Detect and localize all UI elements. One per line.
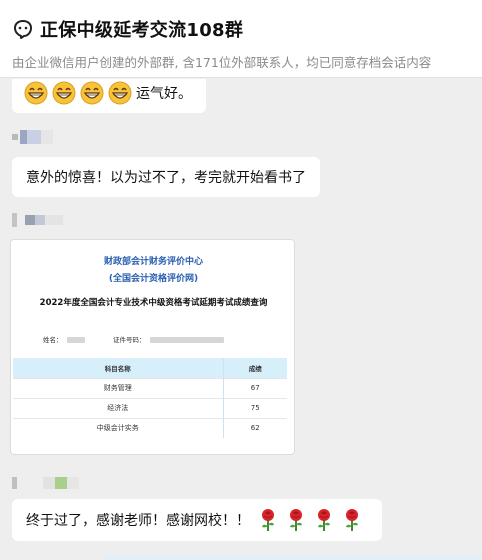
table-row: 中级会计实务 62 (13, 417, 287, 438)
subject-header: 科目名称 (13, 358, 224, 378)
message-text: 运气好。 (136, 86, 192, 102)
message-text: 终于过了，感谢老师！感谢网校！！ (26, 513, 250, 529)
message-bubble[interactable]: 运气好。 (12, 79, 206, 113)
chat-subtitle: 由企业微信用户创建的外部群, 含171位外部联系人，均已同意存档会话内容 (12, 55, 432, 70)
rose-emoji (346, 509, 358, 531)
grin-emoji (52, 81, 76, 105)
message-bubble[interactable]: 终于过了，感谢老师！感谢网校！！ (12, 499, 382, 541)
sender-name-blurred (12, 213, 63, 227)
message-bubble[interactable]: 意外的惊喜！以为过不了，考完就开始看书了 (12, 157, 320, 197)
query-title: 2022年度全国会计专业技术中级资格考试延期考试成绩查询 (39, 298, 268, 308)
org-website: (全国会计资格评价网) (108, 274, 199, 284)
chat-header: 正保中级延考交流108群 由企业微信用户创建的外部群, 含171位外部联系人，均… (0, 0, 482, 78)
subject-cell: 中级会计实务 (13, 417, 224, 438)
score-cell: 67 (223, 377, 287, 398)
grin-emoji (24, 81, 48, 105)
message-bubble-partial[interactable] (105, 556, 482, 560)
rose-emoji (318, 509, 330, 531)
id-label: 证件号码： (113, 336, 146, 344)
score-cell: 62 (223, 417, 287, 438)
rose-emoji (262, 509, 274, 531)
rose-emoji (290, 509, 302, 531)
subject-cell: 财务管理 (13, 377, 224, 398)
name-label: 姓名： (43, 336, 63, 344)
grin-emoji (80, 81, 104, 105)
rose-emoji-group (256, 508, 368, 532)
score-screenshot-image[interactable]: 财政部会计财务评价中心 (全国会计资格评价网) 2022年度全国会计专业技术中级… (10, 239, 295, 455)
score-table: 科目名称 成绩 财务管理 67 经济法 75 中级会计实务 62 (13, 358, 287, 438)
blurred-name (66, 337, 85, 343)
table-row: 财务管理 67 (13, 377, 287, 398)
sender-name-blurred (12, 130, 53, 144)
title-row: 正保中级延考交流108群 (12, 16, 243, 42)
blurred-id (149, 337, 224, 343)
subject-cell: 经济法 (13, 397, 224, 418)
table-header-row: 科目名称 成绩 (13, 358, 287, 378)
message-text: 意外的惊喜！以为过不了，考完就开始看书了 (26, 170, 306, 186)
grin-emoji (108, 81, 132, 105)
name-field: 姓名： (43, 334, 85, 344)
group-chat-icon (14, 20, 32, 39)
score-header: 成绩 (223, 358, 287, 378)
table-row: 经济法 75 (13, 397, 287, 418)
chat-title: 正保中级延考交流108群 (40, 20, 244, 41)
sender-name-blurred (12, 477, 79, 489)
score-cell: 75 (223, 397, 287, 418)
id-field: 证件号码： (113, 334, 224, 344)
message-list[interactable]: 运气好。 意外的惊喜！以为过不了，考完就开始看书了 财政部会计财务评价中心 (全… (0, 79, 482, 560)
org-name: 财政部会计财务评价中心 (103, 257, 203, 267)
